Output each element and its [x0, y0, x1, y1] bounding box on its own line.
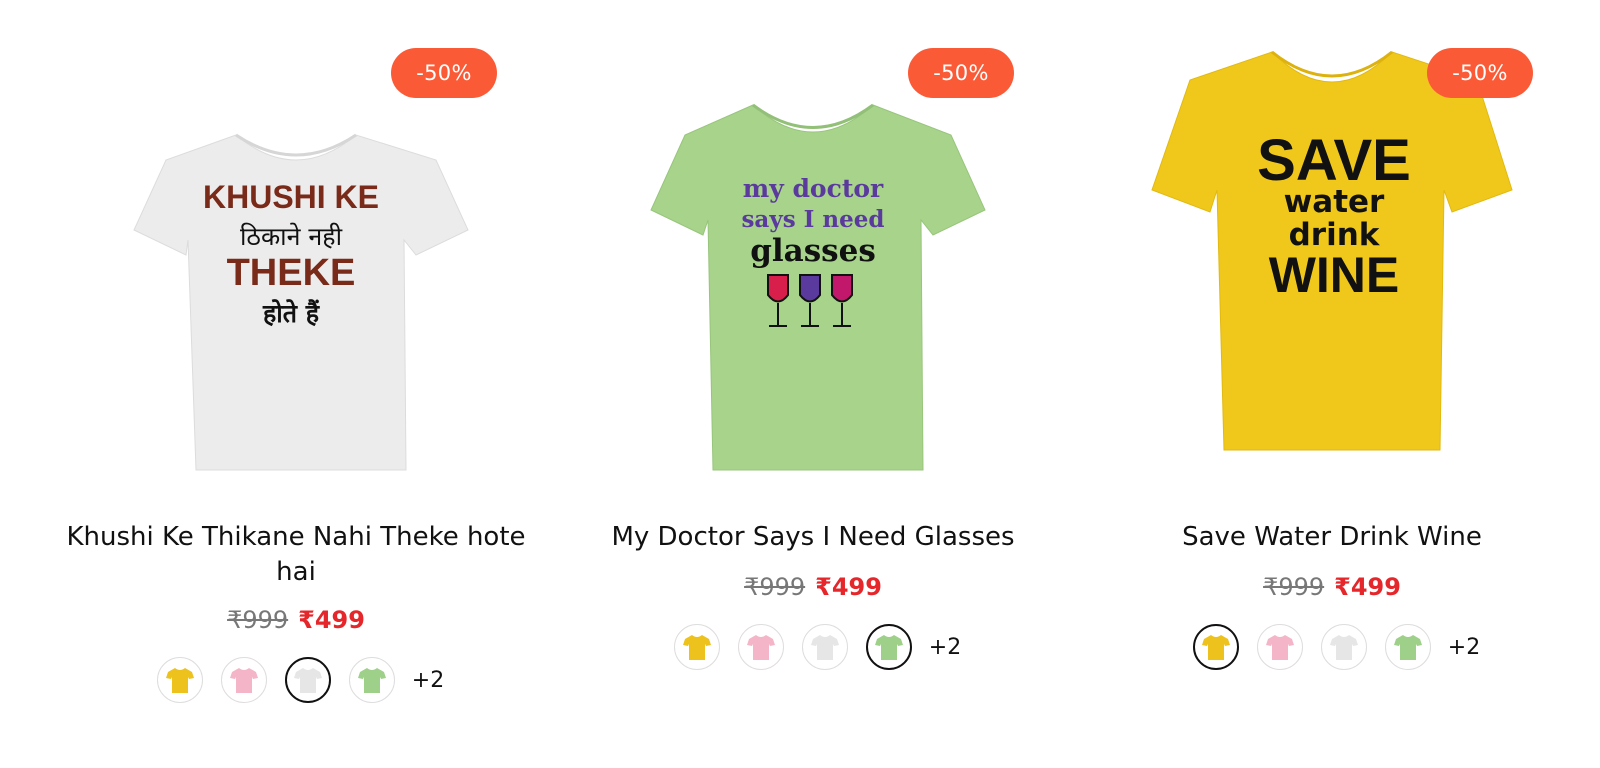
product-title[interactable]: Save Water Drink Wine	[1082, 520, 1582, 555]
discount-badge: -50%	[1427, 48, 1533, 98]
price-row: ₹999 ₹499	[1062, 573, 1600, 601]
product-image[interactable]: SAVE water drink WINE	[1122, 40, 1542, 510]
product-title[interactable]: Khushi Ke Thikane Nahi Theke hote hai	[46, 520, 546, 590]
print-line: THEKE	[227, 252, 356, 294]
tshirt-icon	[229, 668, 258, 693]
swatch-pink[interactable]	[1256, 624, 1303, 670]
tshirt-icon	[357, 668, 386, 693]
color-swatches: +2	[1062, 624, 1600, 670]
print-line: glasses	[750, 233, 876, 269]
print-line: water	[1284, 184, 1385, 220]
tshirt-icon	[746, 635, 775, 660]
color-swatches: +2	[26, 657, 566, 703]
swatch-green[interactable]	[865, 624, 912, 670]
tshirt-icon	[1393, 635, 1422, 660]
more-colors-link[interactable]: +2	[929, 635, 961, 660]
discount-badge: -50%	[391, 48, 497, 98]
tshirt-icon	[1201, 635, 1230, 660]
product-image[interactable]: KHUSHI KE ठिकाने नही THEKE होते हैं	[86, 40, 506, 510]
swatch-pink[interactable]	[737, 624, 784, 670]
tshirt-icon	[1329, 635, 1358, 660]
sale-price: ₹499	[815, 573, 882, 601]
price-row: ₹999 ₹499	[26, 606, 566, 634]
tshirt-icon	[1265, 635, 1294, 660]
swatch-white[interactable]	[1320, 624, 1367, 670]
tshirt-image: my doctor says I need glasses	[650, 103, 986, 471]
price-row: ₹999 ₹499	[543, 573, 1083, 601]
tshirt-icon	[810, 635, 839, 660]
color-swatches: +2	[543, 624, 1083, 670]
product-card: KHUSHI KE ठिकाने नही THEKE होते हैं -50%…	[26, 0, 566, 768]
product-title[interactable]: My Doctor Says I Need Glasses	[563, 520, 1063, 555]
product-card: SAVE water drink WINE -50% Save Water Dr…	[1062, 0, 1600, 768]
tshirt-image: KHUSHI KE ठिकाने नही THEKE होते हैं	[133, 133, 469, 471]
tshirt-icon	[165, 668, 194, 693]
discount-badge: -50%	[908, 48, 1014, 98]
product-card: my doctor says I need glasses -50% My Do…	[543, 0, 1083, 768]
swatch-yellow[interactable]	[156, 657, 203, 703]
tshirt-icon	[874, 635, 903, 660]
print-line: my doctor	[743, 174, 884, 203]
original-price: ₹999	[744, 573, 806, 601]
swatch-green[interactable]	[348, 657, 395, 703]
sale-price: ₹499	[298, 606, 365, 634]
print-line: WINE	[1269, 247, 1400, 303]
swatch-green[interactable]	[1384, 624, 1431, 670]
original-price: ₹999	[227, 606, 289, 634]
tshirt-image: SAVE water drink WINE	[1151, 50, 1513, 451]
print-line: होते हैं	[262, 299, 321, 328]
product-grid: KHUSHI KE ठिकाने नही THEKE होते हैं -50%…	[0, 0, 1600, 768]
swatch-yellow[interactable]	[1192, 624, 1239, 670]
swatch-white[interactable]	[284, 657, 331, 703]
tshirt-icon	[682, 635, 711, 660]
more-colors-link[interactable]: +2	[412, 668, 444, 693]
swatch-yellow[interactable]	[673, 624, 720, 670]
swatch-pink[interactable]	[220, 657, 267, 703]
tshirt-icon	[293, 668, 322, 693]
print-line: says I need	[741, 206, 884, 233]
sale-price: ₹499	[1334, 573, 1401, 601]
original-price: ₹999	[1263, 573, 1325, 601]
swatch-white[interactable]	[801, 624, 848, 670]
product-image[interactable]: my doctor says I need glasses	[603, 40, 1023, 510]
more-colors-link[interactable]: +2	[1448, 635, 1480, 660]
print-line: KHUSHI KE	[203, 179, 379, 215]
print-line: ठिकाने नही	[240, 222, 343, 251]
